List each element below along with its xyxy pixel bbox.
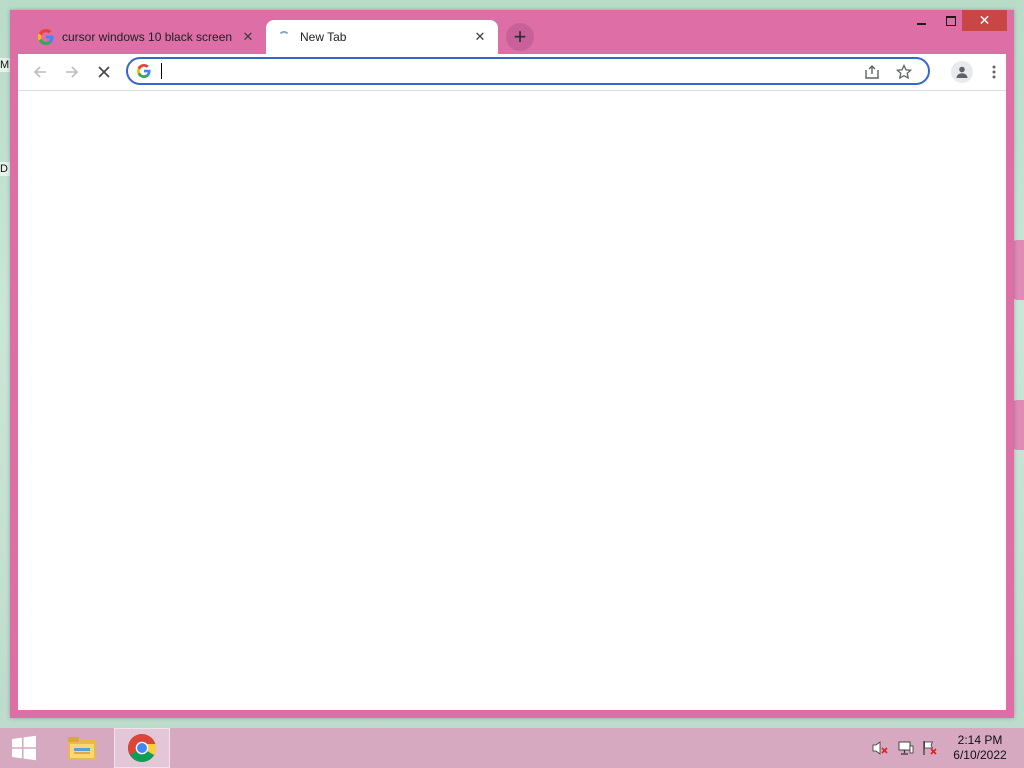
tab-strip: cursor windows 10 black screen ✕ New Tab…: [10, 10, 1014, 54]
windows-logo-icon: [12, 735, 36, 761]
maximize-icon: [945, 15, 956, 26]
file-explorer-button[interactable]: [54, 728, 110, 768]
browser-window: cursor windows 10 black screen ✕ New Tab…: [10, 10, 1014, 718]
browser-toolbar: [18, 54, 1006, 91]
action-center-flag-icon[interactable]: [921, 740, 939, 756]
text-caret: [161, 63, 162, 79]
address-bar[interactable]: [126, 57, 930, 85]
tab-search-result[interactable]: cursor windows 10 black screen ✕: [28, 20, 266, 54]
system-clock[interactable]: 2:14 PM 6/10/2022: [944, 733, 1016, 763]
bookmark-star-icon[interactable]: [894, 62, 914, 82]
tab-new-tab[interactable]: New Tab ✕: [266, 20, 498, 54]
clock-time: 2:14 PM: [957, 733, 1003, 747]
taskbar: 2:14 PM 6/10/2022: [0, 728, 1024, 768]
close-window-button[interactable]: ✕: [962, 10, 1007, 31]
arrow-left-icon: [33, 66, 46, 78]
close-tab-icon[interactable]: ✕: [238, 27, 258, 47]
menu-button[interactable]: [982, 60, 1006, 84]
folder-icon: [68, 737, 96, 760]
back-button[interactable]: [26, 58, 54, 86]
arrow-right-icon: [66, 66, 79, 78]
kebab-menu-icon: [992, 65, 996, 79]
plus-icon: +: [513, 24, 527, 49]
start-button[interactable]: [0, 728, 48, 768]
chrome-taskbar-button[interactable]: [114, 728, 170, 768]
stop-x-icon: [98, 66, 110, 78]
tab-title: cursor windows 10 black screen: [62, 30, 233, 44]
minimize-button[interactable]: [907, 10, 936, 31]
network-icon[interactable]: [897, 740, 915, 756]
volume-muted-icon[interactable]: [872, 740, 890, 756]
google-g-icon: [137, 64, 151, 78]
loading-spinner-icon: [276, 29, 292, 45]
profile-button[interactable]: [950, 60, 974, 84]
minimize-icon: [917, 22, 926, 25]
address-input[interactable]: [158, 62, 862, 82]
avatar-icon: [951, 61, 973, 83]
close-tab-icon[interactable]: ✕: [470, 27, 490, 47]
clock-date: 6/10/2022: [953, 748, 1007, 762]
stop-loading-button[interactable]: [90, 58, 118, 86]
new-tab-button[interactable]: +: [506, 23, 534, 51]
chrome-icon: [128, 734, 157, 762]
close-icon: ✕: [978, 12, 991, 28]
forward-button[interactable]: [58, 58, 86, 86]
tab-title: New Tab: [300, 30, 347, 44]
share-icon[interactable]: [862, 62, 882, 82]
google-g-icon: [38, 29, 54, 45]
maximize-button[interactable]: [936, 10, 965, 31]
page-content[interactable]: [18, 91, 1006, 710]
